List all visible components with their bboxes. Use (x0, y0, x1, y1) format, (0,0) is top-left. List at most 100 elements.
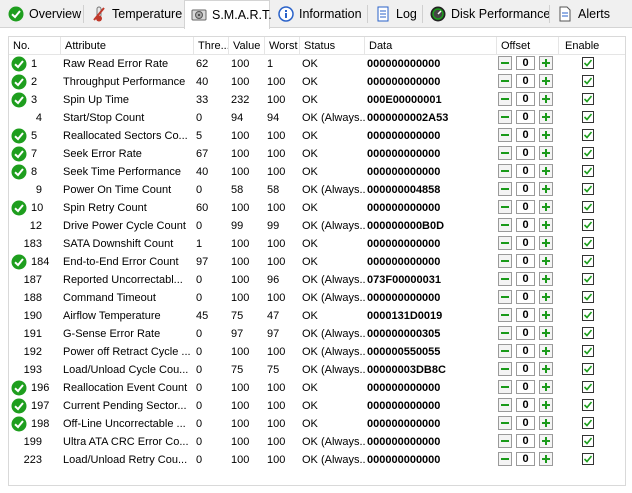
offset-value[interactable]: 0 (516, 182, 535, 196)
enable-checkbox[interactable] (582, 237, 594, 249)
column-header-status[interactable]: Status (300, 37, 365, 54)
offset-increment-button[interactable] (539, 416, 553, 430)
table-row[interactable]: 197 Current Pending Sector... 0 100 100 OK 000… (9, 397, 625, 415)
offset-decrement-button[interactable] (498, 74, 512, 88)
offset-value[interactable]: 0 (516, 254, 535, 268)
offset-value[interactable]: 0 (516, 290, 535, 304)
offset-increment-button[interactable] (539, 362, 553, 376)
offset-increment-button[interactable] (539, 452, 553, 466)
enable-checkbox[interactable] (582, 165, 594, 177)
tab-alerts[interactable]: Alerts (551, 2, 611, 26)
offset-decrement-button[interactable] (498, 272, 512, 286)
offset-value[interactable]: 0 (516, 452, 535, 466)
offset-increment-button[interactable] (539, 128, 553, 142)
offset-increment-button[interactable] (539, 182, 553, 196)
table-row[interactable]: 12 Drive Power Cycle Count 0 99 99 OK (Always… (9, 217, 625, 235)
offset-decrement-button[interactable] (498, 92, 512, 106)
column-header-enable[interactable]: Enable (559, 37, 625, 54)
offset-increment-button[interactable] (539, 398, 553, 412)
table-row[interactable]: 198 Off-Line Uncorrectable ... 0 100 100 OK 00… (9, 415, 625, 433)
offset-value[interactable]: 0 (516, 362, 535, 376)
enable-checkbox[interactable] (582, 291, 594, 303)
offset-decrement-button[interactable] (498, 182, 512, 196)
offset-value[interactable]: 0 (516, 92, 535, 106)
table-row[interactable]: 192 Power off Retract Cycle ... 0 100 100 OK … (9, 343, 625, 361)
table-row[interactable]: 9 Power On Time Count 0 58 58 OK (Always... 00… (9, 181, 625, 199)
offset-increment-button[interactable] (539, 236, 553, 250)
table-row[interactable]: 187 Reported Uncorrectabl... 0 100 96 OK (Alw… (9, 271, 625, 289)
enable-checkbox[interactable] (582, 399, 594, 411)
offset-increment-button[interactable] (539, 308, 553, 322)
enable-checkbox[interactable] (582, 183, 594, 195)
table-row[interactable]: 5 Reallocated Sectors Co... 5 100 100 OK 00000… (9, 127, 625, 145)
offset-value[interactable]: 0 (516, 272, 535, 286)
enable-checkbox[interactable] (582, 129, 594, 141)
offset-value[interactable]: 0 (516, 326, 535, 340)
enable-checkbox[interactable] (582, 435, 594, 447)
offset-value[interactable]: 0 (516, 344, 535, 358)
offset-increment-button[interactable] (539, 254, 553, 268)
tab-smart[interactable]: S.M.A.R.T. (184, 0, 272, 29)
enable-checkbox[interactable] (582, 381, 594, 393)
offset-decrement-button[interactable] (498, 128, 512, 142)
enable-checkbox[interactable] (582, 255, 594, 267)
column-header-value[interactable]: Value (229, 37, 265, 54)
enable-checkbox[interactable] (582, 309, 594, 321)
offset-decrement-button[interactable] (498, 398, 512, 412)
offset-increment-button[interactable] (539, 272, 553, 286)
offset-value[interactable]: 0 (516, 56, 535, 70)
enable-checkbox[interactable] (582, 327, 594, 339)
offset-decrement-button[interactable] (498, 416, 512, 430)
table-row[interactable]: 1 Raw Read Error Rate 62 100 1 OK 000000000000… (9, 55, 625, 73)
offset-increment-button[interactable] (539, 92, 553, 106)
table-row[interactable]: 3 Spin Up Time 33 232 100 OK 000E00000001 0 (9, 91, 625, 109)
enable-checkbox[interactable] (582, 363, 594, 375)
offset-value[interactable]: 0 (516, 380, 535, 394)
offset-decrement-button[interactable] (498, 146, 512, 160)
tab-disk-performance[interactable]: Disk Performance (424, 2, 550, 26)
offset-increment-button[interactable] (539, 56, 553, 70)
offset-decrement-button[interactable] (498, 344, 512, 358)
column-header-no[interactable]: No. (9, 37, 61, 54)
enable-checkbox[interactable] (582, 147, 594, 159)
enable-checkbox[interactable] (582, 57, 594, 69)
offset-decrement-button[interactable] (498, 56, 512, 70)
offset-value[interactable]: 0 (516, 308, 535, 322)
tab-overview[interactable]: Overview (2, 2, 82, 26)
offset-increment-button[interactable] (539, 344, 553, 358)
table-row[interactable]: 183 SATA Downshift Count 1 100 100 OK 00000000… (9, 235, 625, 253)
enable-checkbox[interactable] (582, 417, 594, 429)
offset-decrement-button[interactable] (498, 380, 512, 394)
offset-value[interactable]: 0 (516, 74, 535, 88)
enable-checkbox[interactable] (582, 93, 594, 105)
offset-value[interactable]: 0 (516, 200, 535, 214)
column-header-attribute[interactable]: Attribute (61, 37, 194, 54)
offset-decrement-button[interactable] (498, 164, 512, 178)
enable-checkbox[interactable] (582, 219, 594, 231)
offset-value[interactable]: 0 (516, 236, 535, 250)
offset-value[interactable]: 0 (516, 416, 535, 430)
column-header-offset[interactable]: Offset (497, 37, 559, 54)
offset-value[interactable]: 0 (516, 164, 535, 178)
offset-decrement-button[interactable] (498, 236, 512, 250)
tab-information[interactable]: Information (272, 2, 366, 26)
offset-increment-button[interactable] (539, 290, 553, 304)
column-header-data[interactable]: Data (365, 37, 497, 54)
offset-value[interactable]: 0 (516, 218, 535, 232)
table-row[interactable]: 4 Start/Stop Count 0 94 94 OK (Always... 00000… (9, 109, 625, 127)
column-header-worst[interactable]: Worst (265, 37, 300, 54)
enable-checkbox[interactable] (582, 273, 594, 285)
offset-decrement-button[interactable] (498, 200, 512, 214)
offset-increment-button[interactable] (539, 164, 553, 178)
table-row[interactable]: 7 Seek Error Rate 67 100 100 OK 000000000000 0 (9, 145, 625, 163)
offset-decrement-button[interactable] (498, 326, 512, 340)
offset-decrement-button[interactable] (498, 218, 512, 232)
table-row[interactable]: 223 Load/Unload Retry Cou... 0 100 100 OK (Al… (9, 451, 625, 469)
enable-checkbox[interactable] (582, 453, 594, 465)
offset-increment-button[interactable] (539, 200, 553, 214)
table-row[interactable]: 196 Reallocation Event Count 0 100 100 OK 0000… (9, 379, 625, 397)
offset-value[interactable]: 0 (516, 146, 535, 160)
offset-increment-button[interactable] (539, 74, 553, 88)
offset-decrement-button[interactable] (498, 110, 512, 124)
enable-checkbox[interactable] (582, 75, 594, 87)
